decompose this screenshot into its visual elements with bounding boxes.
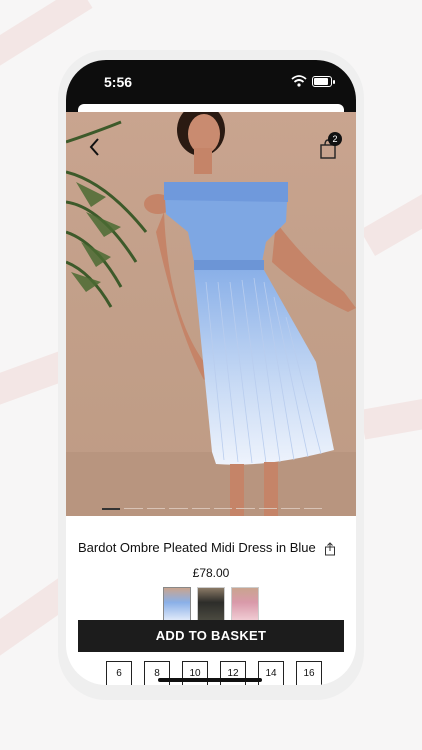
product-title: Bardot Ombre Pleated Midi Dress in Blue [78, 540, 316, 555]
battery-icon [312, 76, 335, 87]
pagination-dot[interactable] [258, 508, 278, 509]
app-screen: 5:56 2 Bardot Ombre Pleated Midi Dress i… [66, 60, 356, 685]
share-icon[interactable] [324, 542, 336, 556]
back-arrow-icon[interactable] [86, 136, 104, 158]
thumbnail-image[interactable] [197, 587, 225, 621]
add-to-basket-button[interactable]: ADD TO BASKET [78, 620, 344, 652]
size-option[interactable]: 14 [258, 661, 284, 685]
wifi-icon [291, 75, 307, 87]
pagination-dot[interactable] [303, 508, 323, 509]
pagination-dot[interactable] [214, 508, 233, 509]
product-image[interactable]: 2 [66, 112, 356, 516]
pagination-dot[interactable] [191, 508, 211, 509]
colour-thumbnails [163, 587, 259, 621]
cart-count-badge: 2 [328, 132, 342, 146]
background-stripe [360, 185, 422, 256]
pagination-dot[interactable] [281, 508, 300, 509]
status-time: 5:56 [104, 74, 133, 90]
pagination-dot[interactable] [146, 508, 166, 509]
home-indicator[interactable] [158, 678, 262, 682]
thumbnail-image[interactable] [163, 587, 191, 621]
thumbnail-image[interactable] [231, 587, 259, 621]
size-option[interactable]: 16 [296, 661, 322, 685]
size-option[interactable]: 6 [106, 661, 132, 685]
background-stripe [360, 394, 422, 440]
pagination-dot[interactable] [236, 508, 255, 509]
image-pagination [102, 508, 323, 510]
dress-illustration [66, 112, 356, 516]
pagination-dot[interactable] [124, 508, 143, 509]
pagination-dot[interactable] [169, 508, 188, 509]
status-bar: 5:56 [66, 60, 356, 120]
product-price: £78.00 [192, 566, 230, 580]
pagination-dot[interactable] [102, 508, 121, 510]
